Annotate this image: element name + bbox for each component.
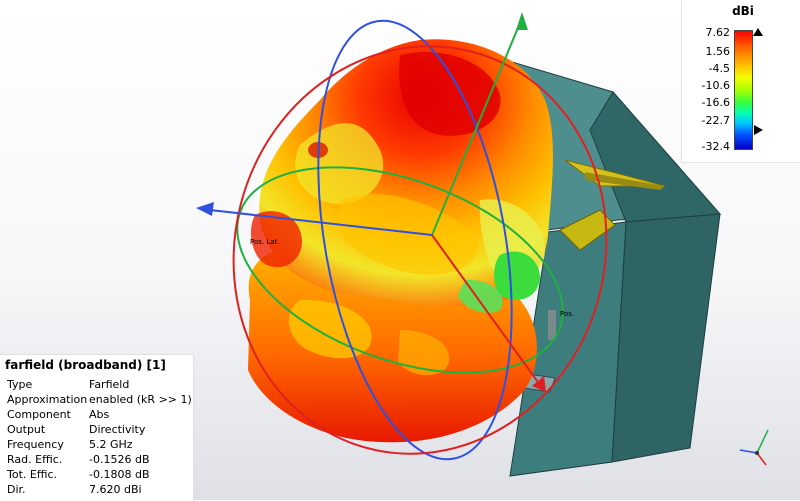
info-value: Abs bbox=[89, 408, 110, 421]
orientation-gizmo bbox=[739, 429, 769, 466]
legend-tick: -22.7 bbox=[701, 114, 730, 127]
info-label: Component bbox=[7, 408, 71, 421]
info-value: 5.2 GHz bbox=[89, 438, 133, 451]
legend-tick: -16.6 bbox=[701, 96, 730, 109]
info-value: Farfield bbox=[89, 378, 130, 391]
info-label: Type bbox=[7, 378, 33, 391]
info-value: 7.620 dBi bbox=[89, 483, 142, 496]
legend-tick-max: 7.62 bbox=[705, 26, 731, 39]
legend-tick: -4.5 bbox=[708, 62, 730, 75]
info-value: -0.1808 dB bbox=[89, 468, 150, 481]
legend-tick: -10.6 bbox=[701, 79, 730, 92]
info-value: Directivity bbox=[89, 423, 146, 436]
port-label-left: Pos. Lat. bbox=[250, 238, 280, 246]
info-label: Dir. bbox=[7, 483, 26, 496]
legend-tick: 1.56 bbox=[705, 45, 731, 58]
info-label: Output bbox=[7, 423, 46, 436]
info-label: Frequency bbox=[7, 438, 64, 451]
port-label-right: Pos. bbox=[560, 310, 574, 318]
info-value: enabled (kR >> 1) bbox=[89, 393, 192, 406]
info-title: farfield (broadband) [1] bbox=[5, 358, 166, 372]
max-marker-icon bbox=[753, 28, 763, 36]
info-value: -0.1526 dB bbox=[89, 453, 150, 466]
legend-unit: dBi bbox=[732, 4, 754, 18]
color-scale-bar bbox=[734, 30, 753, 150]
info-label: Approximation bbox=[7, 393, 88, 406]
threshold-marker-icon[interactable] bbox=[754, 124, 764, 136]
legend-tick-min: -32.4 bbox=[701, 140, 730, 153]
info-label: Tot. Effic. bbox=[7, 468, 58, 481]
info-label: Rad. Effic. bbox=[7, 453, 63, 466]
